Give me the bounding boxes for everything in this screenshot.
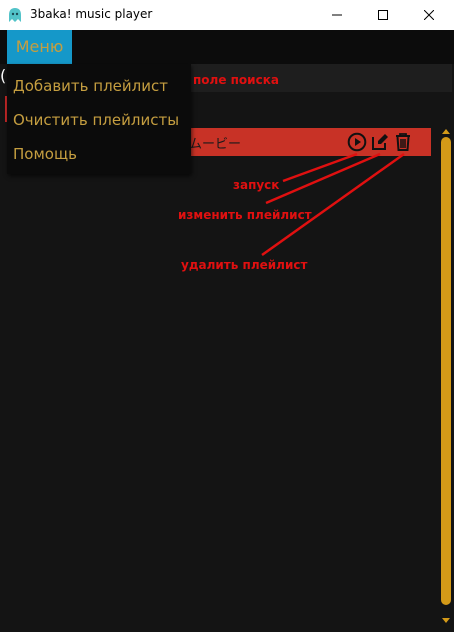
menu-button[interactable]: Меню — [7, 30, 72, 64]
close-button[interactable] — [406, 0, 452, 30]
arrow-edit — [265, 152, 381, 205]
search-partial-glyph: ( — [0, 66, 7, 85]
menu-item-help[interactable]: Помощь — [13, 145, 77, 163]
playlist-name: ムービー — [189, 137, 242, 152]
menu-item-add-playlist[interactable]: Добавить плейлист — [13, 77, 168, 95]
play-circle-icon[interactable] — [347, 132, 367, 152]
annotation-launch: запуск — [233, 178, 280, 192]
scrollbar-thumb[interactable] — [441, 137, 451, 605]
arrow-delete — [261, 152, 405, 257]
arrow-launch — [282, 152, 358, 183]
annotation-search-field: поле поиска — [193, 73, 279, 87]
maximize-button[interactable] — [360, 0, 406, 30]
close-icon — [424, 10, 434, 20]
maximize-icon — [378, 10, 388, 20]
minimize-icon — [332, 14, 342, 16]
annotation-delete: удалить плейлист — [181, 258, 308, 272]
window-title: 3baka! music player — [30, 7, 153, 21]
scroll-up-icon[interactable] — [441, 127, 451, 135]
minimize-button[interactable] — [314, 0, 360, 30]
edit-icon[interactable] — [370, 132, 390, 152]
dropdown-menu: Добавить плейлист Очистить плейлисты Пом… — [7, 64, 191, 174]
scroll-down-icon[interactable] — [441, 617, 451, 625]
title-bar: 3baka! music player — [0, 0, 454, 30]
app-icon — [9, 8, 21, 22]
trash-icon[interactable] — [393, 132, 413, 152]
playlist-item[interactable]: ムービー — [183, 128, 431, 156]
annotation-edit: изменить плейлист — [178, 208, 312, 222]
menu-item-clear-playlists[interactable]: Очистить плейлисты — [13, 111, 179, 129]
